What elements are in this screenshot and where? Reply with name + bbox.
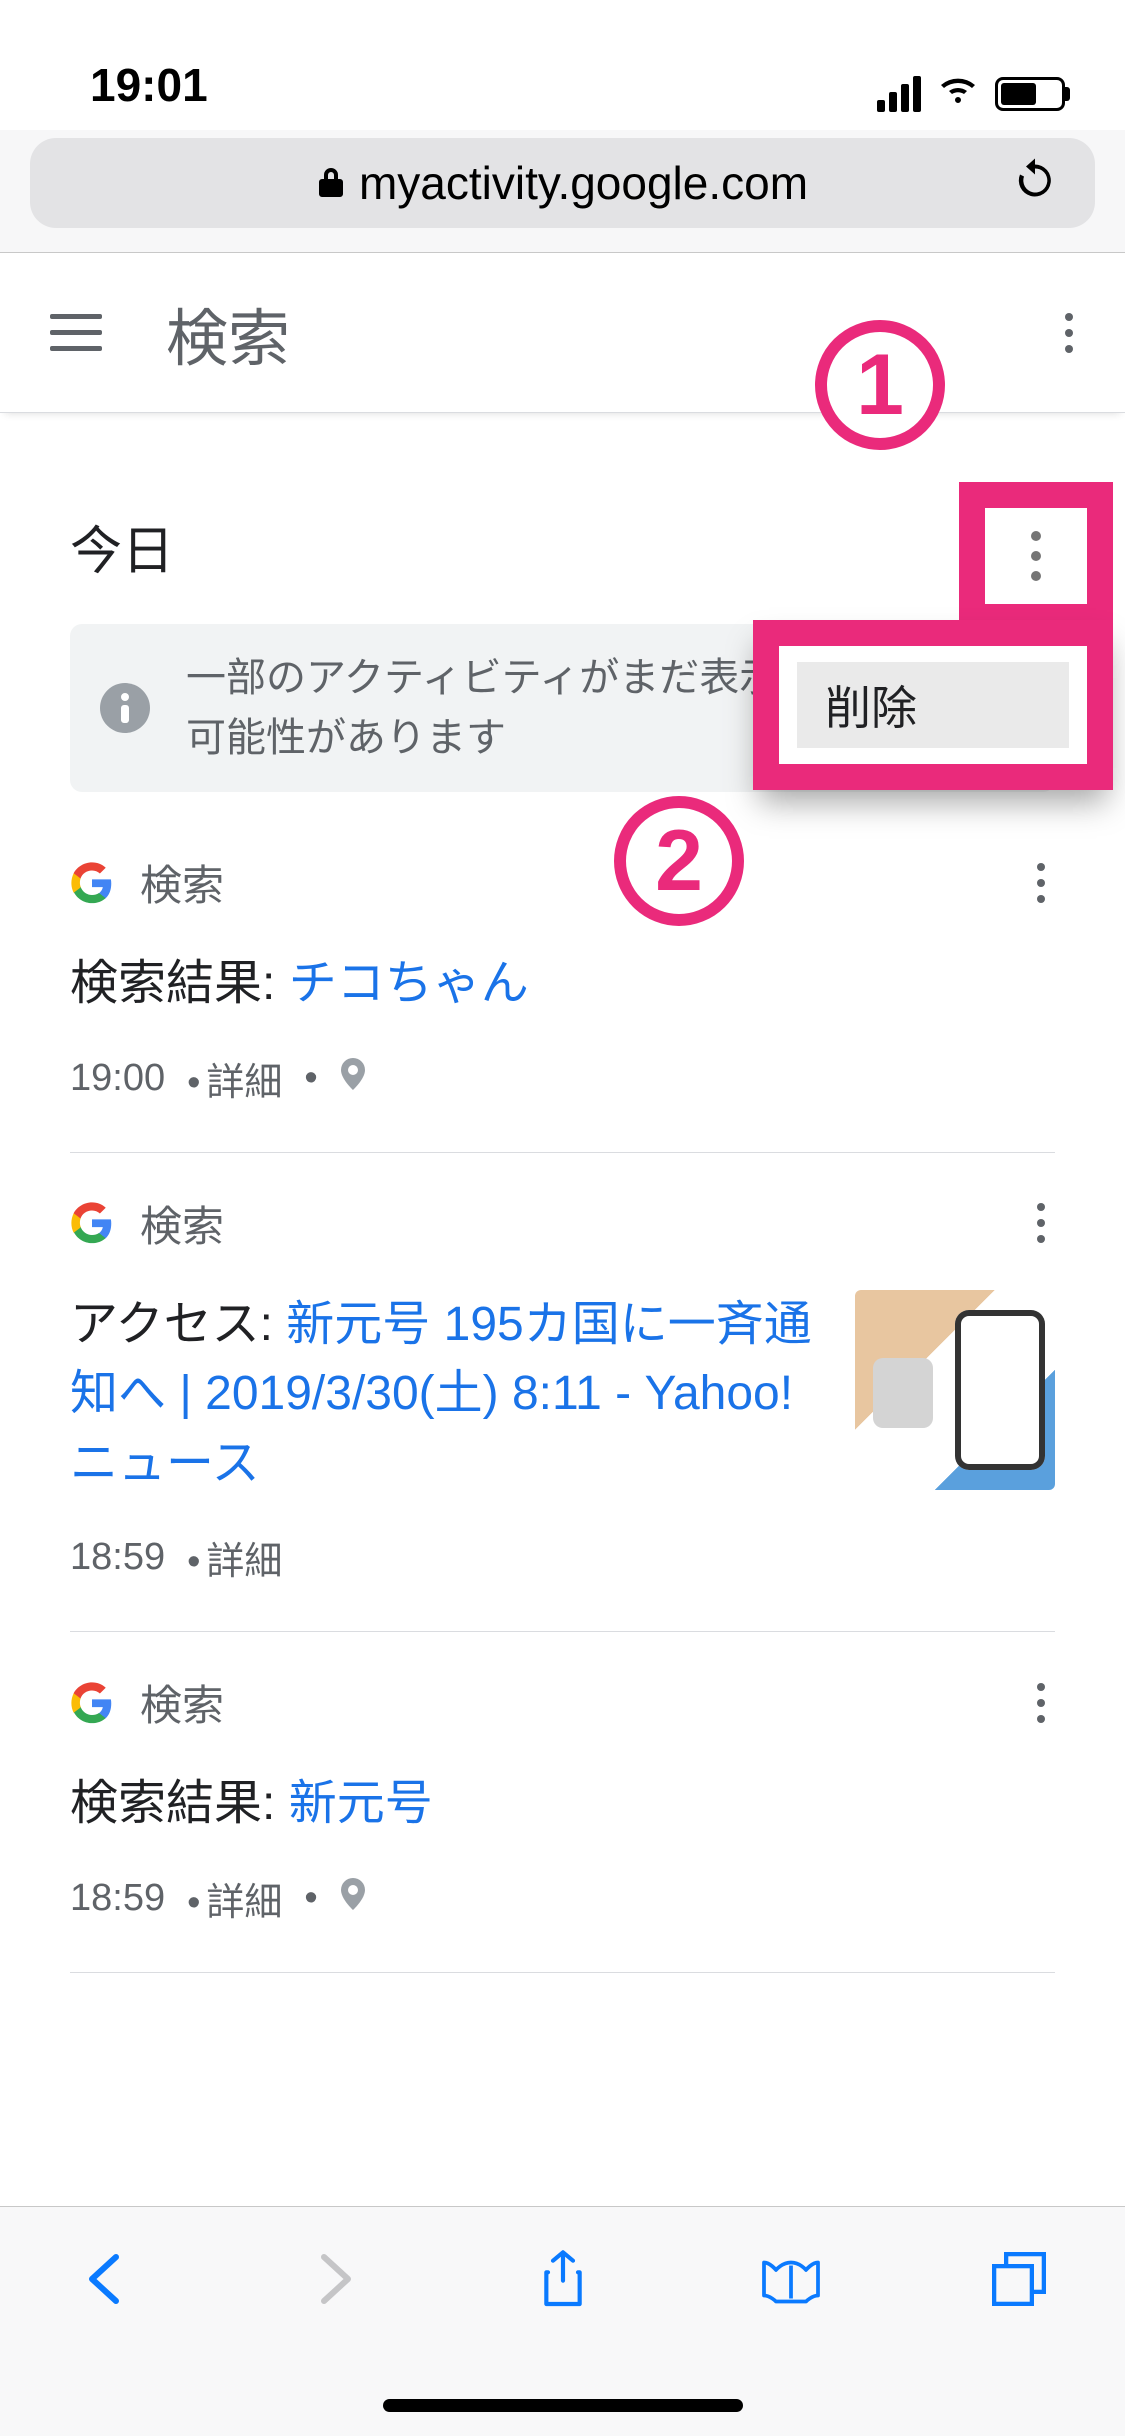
- header-overflow-menu[interactable]: [1053, 301, 1085, 365]
- status-right-cluster: [877, 75, 1065, 112]
- card-time: 19:00: [70, 1057, 165, 1100]
- card-details-link[interactable]: 詳細: [181, 1871, 282, 1926]
- popup-delete-item[interactable]: 削除: [797, 662, 1069, 748]
- card-details-link[interactable]: 詳細: [181, 1530, 282, 1585]
- card-source: 検索: [140, 1193, 224, 1254]
- card-meta: 18:59 詳細: [70, 1530, 1055, 1585]
- vertical-dots-icon: [1031, 531, 1041, 581]
- tabs-button[interactable]: [981, 2241, 1057, 2322]
- card-overflow-menu[interactable]: [1027, 1193, 1055, 1253]
- card-title-label: 検索結果:: [70, 957, 289, 1010]
- share-button[interactable]: [525, 2241, 601, 2322]
- vertical-dots-icon: [1037, 1683, 1045, 1723]
- lock-icon: [317, 156, 345, 210]
- app-header: 検索: [0, 253, 1125, 413]
- card-title[interactable]: 検索結果: 新元号: [70, 1769, 433, 1839]
- section-heading-today: 今日: [70, 413, 1055, 624]
- status-time: 19:01: [90, 58, 208, 112]
- vertical-dots-icon: [1065, 313, 1073, 353]
- hamburger-menu-icon[interactable]: [40, 304, 112, 361]
- google-logo-icon: [70, 1681, 114, 1725]
- battery-icon: [995, 77, 1065, 111]
- info-icon: [100, 683, 150, 733]
- card-source: 検索: [140, 852, 224, 913]
- card-title-link[interactable]: 新元号: [289, 1777, 433, 1830]
- card-time: 18:59: [70, 1536, 165, 1579]
- card-title-label: 検索結果:: [70, 1777, 289, 1830]
- back-button[interactable]: [68, 2241, 144, 2322]
- location-pin-icon: [340, 1057, 366, 1100]
- google-logo-icon: [70, 1201, 114, 1245]
- activity-card: 検索 アクセス: 新元号 195カ国に一斉通知へ | 2019/3/30(土) …: [70, 1153, 1055, 1633]
- card-title-label: アクセス:: [70, 1298, 286, 1351]
- card-source: 検索: [140, 1672, 224, 1733]
- annotation-highlight-overflow-button[interactable]: [959, 482, 1113, 630]
- vertical-dots-icon: [1037, 863, 1045, 903]
- activity-card: 検索 検索結果: チコちゃん 19:00 詳細: [70, 812, 1055, 1153]
- activity-card: 検索 検索結果: 新元号 18:59 詳細: [70, 1632, 1055, 1973]
- card-meta: 19:00 詳細: [70, 1051, 1055, 1106]
- url-pill[interactable]: myactivity.google.com: [30, 138, 1095, 228]
- card-details-link[interactable]: 詳細: [181, 1051, 282, 1106]
- card-title[interactable]: 検索結果: チコちゃん: [70, 949, 529, 1019]
- bookmarks-button[interactable]: [753, 2241, 829, 2322]
- safari-toolbar: [0, 2206, 1125, 2436]
- annotation-highlight-delete-popup: 削除: [753, 620, 1113, 790]
- wifi-icon: [936, 75, 980, 112]
- google-logo-icon: [70, 861, 114, 905]
- card-overflow-menu[interactable]: [1027, 853, 1055, 913]
- page-title: 検索: [166, 288, 290, 378]
- ios-status-bar: 19:01: [0, 0, 1125, 130]
- card-title[interactable]: アクセス: 新元号 195カ国に一斉通知へ | 2019/3/30(土) 8:1…: [70, 1290, 825, 1499]
- url-domain-text: myactivity.google.com: [359, 156, 808, 210]
- forward-button: [296, 2241, 372, 2322]
- safari-url-bar: myactivity.google.com: [0, 130, 1125, 253]
- card-thumbnail[interactable]: [855, 1290, 1055, 1490]
- reload-button[interactable]: [1013, 159, 1057, 208]
- annotation-badge-2: 2: [614, 796, 744, 926]
- location-pin-icon: [340, 1877, 366, 1920]
- cellular-signal-icon: [877, 76, 921, 112]
- annotation-badge-1: 1: [815, 320, 945, 450]
- vertical-dots-icon: [1037, 1203, 1045, 1243]
- card-meta: 18:59 詳細: [70, 1871, 1055, 1926]
- card-time: 18:59: [70, 1877, 165, 1920]
- home-indicator[interactable]: [383, 2399, 743, 2412]
- card-overflow-menu[interactable]: [1027, 1673, 1055, 1733]
- card-title-link[interactable]: チコちゃん: [289, 957, 529, 1010]
